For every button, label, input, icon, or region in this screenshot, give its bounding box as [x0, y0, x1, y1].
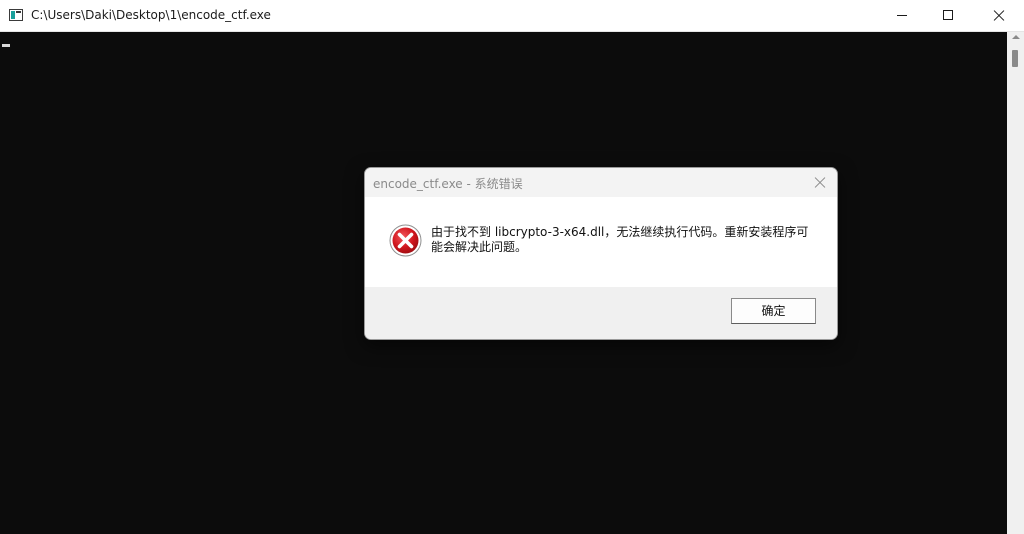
scroll-up-arrow-icon[interactable]	[1012, 35, 1020, 39]
minimize-icon	[897, 15, 907, 16]
minimize-button[interactable]	[879, 0, 925, 31]
text-cursor	[2, 44, 10, 47]
console-window: C:\Users\Daki\Desktop\1\encode_ctf.exe e…	[0, 0, 1024, 534]
ok-button[interactable]: 确定	[731, 298, 816, 324]
scrollbar-thumb[interactable]	[1012, 50, 1018, 67]
dialog-footer: 确定	[365, 287, 837, 339]
vertical-scrollbar[interactable]	[1007, 32, 1024, 534]
dialog-titlebar[interactable]: encode_ctf.exe - 系统错误	[365, 168, 837, 197]
maximize-button[interactable]	[925, 0, 971, 31]
system-error-dialog: encode_ctf.exe - 系统错误 由于找不到 libcrypto-3-…	[364, 167, 838, 340]
window-title: C:\Users\Daki\Desktop\1\encode_ctf.exe	[31, 8, 271, 22]
console-app-icon	[9, 9, 23, 21]
maximize-icon	[943, 10, 953, 20]
window-titlebar[interactable]: C:\Users\Daki\Desktop\1\encode_ctf.exe	[0, 0, 1024, 32]
dialog-title: encode_ctf.exe - 系统错误	[373, 177, 523, 191]
dialog-body: 由于找不到 libcrypto-3-x64.dll，无法继续执行代码。重新安装程…	[365, 197, 837, 287]
dialog-close-button[interactable]	[811, 174, 829, 192]
close-button[interactable]	[975, 0, 1021, 31]
error-icon	[389, 224, 422, 257]
error-message: 由于找不到 libcrypto-3-x64.dll，无法继续执行代码。重新安装程…	[431, 225, 809, 254]
